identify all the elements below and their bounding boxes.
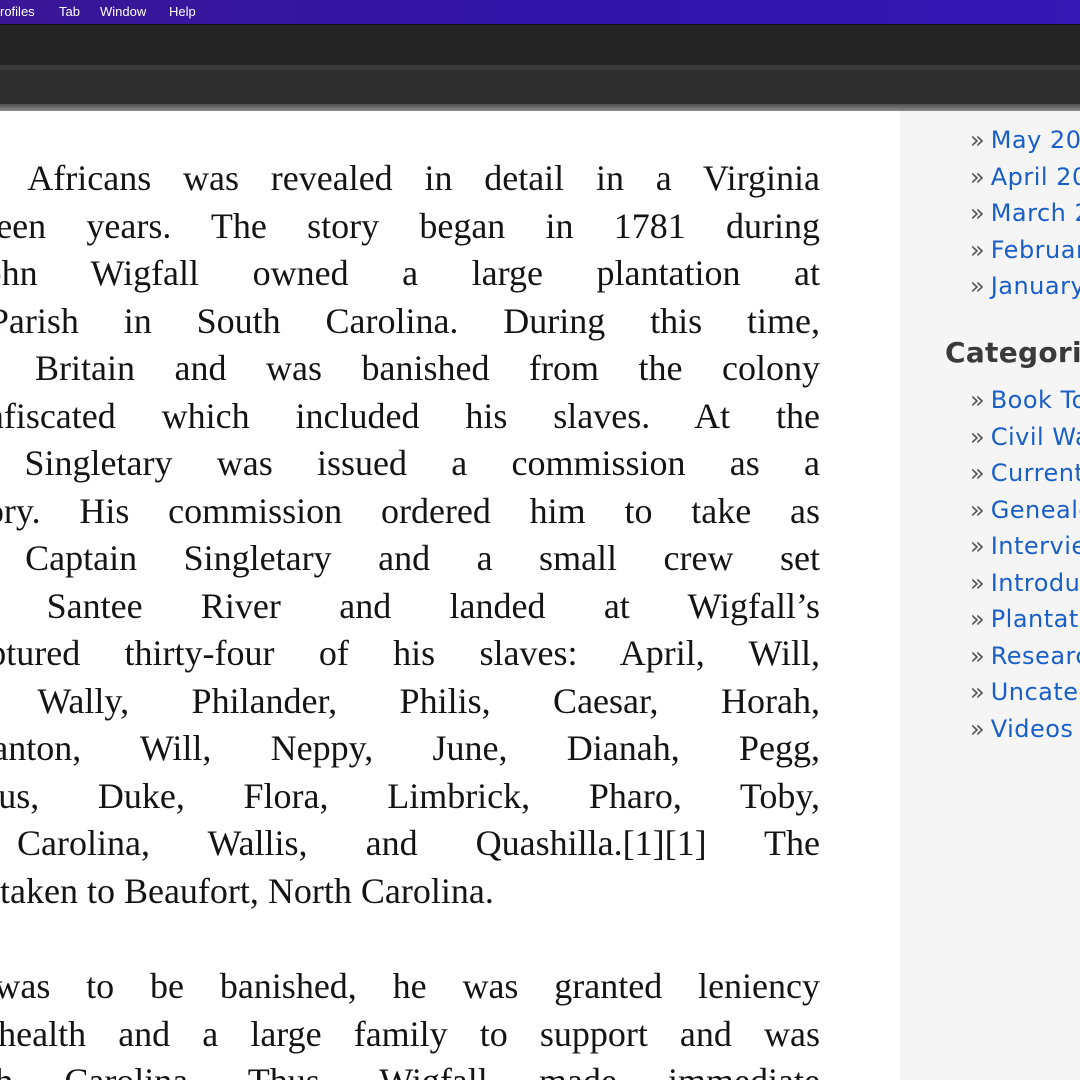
chevron-right-icon: » xyxy=(970,386,985,414)
archive-item[interactable]: »March 2 xyxy=(970,198,1080,228)
article-line: Wigfall was to be banished, he was grant… xyxy=(0,966,820,1006)
article-line: n John Singletary was issued a commissio… xyxy=(0,443,820,483)
category-item[interactable]: » Current xyxy=(970,458,1080,488)
chevron-right-icon: » xyxy=(970,126,985,154)
article-line: niel, Santon, Will, Neppy, June, Dianah,… xyxy=(0,728,820,768)
article-line: ed eighteen years. The story began in 17… xyxy=(0,205,820,246)
category-link[interactable]: Researc xyxy=(991,642,1080,670)
browser-tab-bar[interactable] xyxy=(0,24,1080,66)
categories-heading: Categorie xyxy=(945,336,1080,369)
browser-toolbar[interactable] xyxy=(0,70,1080,104)
category-link[interactable]: Videos xyxy=(991,715,1074,743)
article-body: t of the Africans was revealed in detail… xyxy=(0,111,820,1080)
screen: rofiles Tab Window Help t of the African… xyxy=(0,0,1080,1080)
category-item[interactable]: » Videos xyxy=(970,714,1073,744)
chevron-right-icon: » xyxy=(970,162,985,191)
menu-tab[interactable]: Tab xyxy=(59,0,80,24)
archive-link[interactable]: March 2 xyxy=(991,199,1080,227)
category-item[interactable]: » Book To xyxy=(970,385,1080,415)
category-item[interactable]: »Genealo xyxy=(970,495,1080,525)
menu-bar: rofiles Tab Window Help xyxy=(0,0,1080,24)
category-link[interactable]: Genealo xyxy=(991,496,1080,524)
category-link[interactable]: Introdu xyxy=(991,569,1080,597)
chevron-right-icon: » xyxy=(970,422,985,451)
article-line: ptember, Wally, Philander, Philis, Caesa… xyxy=(0,680,820,721)
category-item[interactable]: »Uncateg xyxy=(970,677,1080,707)
article-line: d poor health and a large family to supp… xyxy=(0,1013,820,1054)
article-line: erty confiscated which included his slav… xyxy=(0,395,820,436)
article-line: yalist to Britain and was banished from … xyxy=(0,348,820,388)
toolbar-shadow xyxy=(0,104,1080,111)
category-link[interactable]: Current xyxy=(991,459,1080,487)
chevron-right-icon: » xyxy=(970,641,985,670)
chevron-right-icon: » xyxy=(970,235,985,264)
archive-item[interactable]: » Februar xyxy=(970,235,1080,265)
category-item[interactable]: » Introdu xyxy=(970,568,1080,598)
category-item[interactable]: » Intervie xyxy=(970,531,1080,561)
article-line: property. Captain Singletary and a small… xyxy=(0,538,820,578)
chevron-right-icon: » xyxy=(970,568,985,597)
sidebar: »May 20»April 20»March 2»Februar»January… xyxy=(900,111,1080,1080)
article-line: t of the Africans was revealed in detail… xyxy=(0,158,820,198)
article-line: they captured thirty-four of his slaves:… xyxy=(0,633,820,673)
chevron-right-icon: » xyxy=(970,678,985,706)
chevron-right-icon: » xyxy=(970,532,985,560)
category-item[interactable]: » Plantati xyxy=(970,604,1080,634)
chevron-right-icon: » xyxy=(970,495,985,524)
article-line: taken to Beaufort, North Carolina. xyxy=(0,870,494,911)
web-page[interactable]: t of the Africans was revealed in detail… xyxy=(0,111,1080,1080)
chevron-right-icon: » xyxy=(970,199,985,227)
article-line: ter Victory. His commission ordered him … xyxy=(0,490,820,531)
article-line: War. John Wigfall owned a large plantati… xyxy=(0,253,820,293)
category-link[interactable]: Civil Wa xyxy=(991,423,1080,451)
article-line: up the Santee River and landed at Wigfal… xyxy=(0,585,820,626)
archive-link[interactable]: Februar xyxy=(991,236,1080,264)
archive-link[interactable]: May 20 xyxy=(991,126,1080,154)
menu-window[interactable]: Window xyxy=(100,0,146,24)
archive-item[interactable]: » April 20 xyxy=(970,162,1080,192)
article-line: in South Carolina. Thus, Wigfall made im… xyxy=(0,1060,820,1080)
archive-item[interactable]: » May 20 xyxy=(970,125,1080,155)
menu-profiles[interactable]: rofiles xyxy=(0,0,35,24)
category-link[interactable]: Plantati xyxy=(991,605,1080,633)
category-link[interactable]: Book To xyxy=(991,386,1080,414)
chevron-right-icon: » xyxy=(970,272,985,300)
archive-link[interactable]: April 20 xyxy=(991,163,1080,191)
chevron-right-icon: » xyxy=(970,714,985,743)
archive-item[interactable]: » January xyxy=(970,271,1080,301)
category-link[interactable]: Intervie xyxy=(991,532,1080,560)
archive-link[interactable]: January xyxy=(991,272,1080,300)
category-link[interactable]: Uncateg xyxy=(991,678,1080,706)
article-line: homas Parish in South Carolina. During t… xyxy=(0,300,820,341)
category-item[interactable]: »Civil Wa xyxy=(970,422,1080,452)
chevron-right-icon: » xyxy=(970,459,985,487)
menu-help[interactable]: Help xyxy=(169,0,196,24)
article-line: er, Cyrus, Duke, Flora, Limbrick, Pharo,… xyxy=(0,775,820,816)
category-item[interactable]: » Researc xyxy=(970,641,1080,671)
chevron-right-icon: » xyxy=(970,605,985,633)
article-line: osanna, Carolina, Wallis, and Quashilla.… xyxy=(0,823,820,863)
